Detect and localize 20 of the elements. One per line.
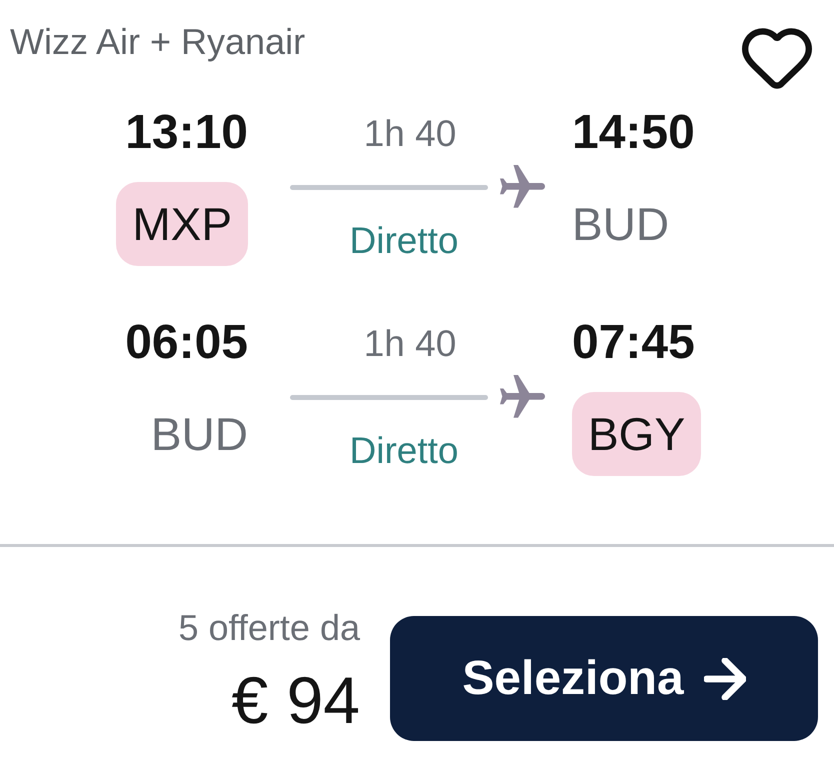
heart-icon[interactable] — [742, 28, 812, 90]
flight-duration: 1h 40 — [364, 112, 456, 156]
airport-code: BUD — [150, 407, 248, 462]
airplane-icon — [500, 375, 545, 420]
stops-label: Diretto — [350, 219, 458, 263]
stops-label: Diretto — [350, 429, 458, 473]
airport-code: MXP — [116, 182, 248, 266]
airport-code: BUD — [572, 197, 670, 252]
arrow-right-icon — [704, 658, 746, 700]
airplane-icon — [500, 165, 545, 210]
airport-code: BGY — [572, 392, 702, 476]
departure-time: 06:05 — [125, 315, 248, 371]
select-button[interactable]: Seleziona — [390, 616, 818, 741]
flight-duration: 1h 40 — [364, 322, 456, 366]
offers-count: 5 offerte da — [178, 606, 360, 650]
airline-names: Wizz Air + Ryanair — [10, 20, 306, 64]
arrival-time: 14:50 — [572, 105, 695, 161]
price: € 94 — [232, 662, 360, 738]
departure-time: 13:10 — [125, 105, 248, 161]
arrival-time: 07:45 — [572, 315, 695, 371]
